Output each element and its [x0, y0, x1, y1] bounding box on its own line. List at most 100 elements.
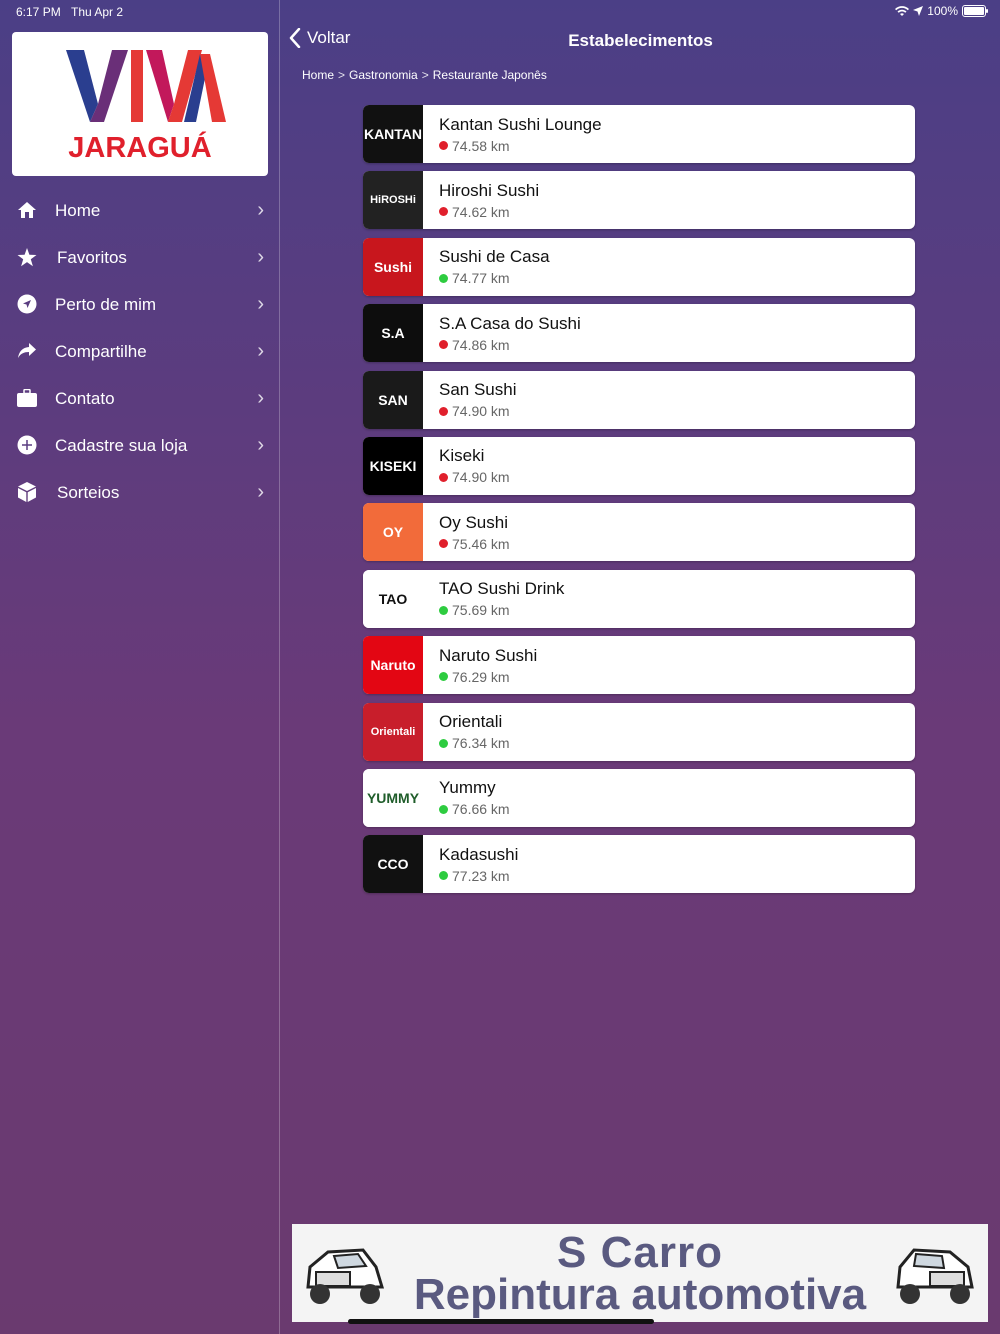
- establishment-distance-row: 76.29 km: [439, 669, 537, 685]
- sidebar-item-label: Perto de mim: [55, 294, 157, 314]
- sidebar-item-cadastre-sua-loja[interactable]: Cadastre sua loja ›: [0, 422, 280, 469]
- establishment-card[interactable]: Sushi Sushi de Casa 74.77 km: [363, 237, 915, 296]
- breadcrumb-item-home[interactable]: Home: [302, 68, 334, 82]
- establishment-card[interactable]: TAO TAO Sushi Drink 75.69 km: [363, 569, 915, 628]
- sidebar-item-label: Favoritos: [57, 247, 127, 267]
- establishment-card[interactable]: KISEKI Kiseki 74.90 km: [363, 436, 915, 495]
- establishment-logo: KISEKI: [363, 436, 423, 495]
- establishment-distance-row: 74.90 km: [439, 403, 517, 419]
- establishment-distance-row: 74.86 km: [439, 337, 581, 353]
- sidebar-item-label: Sorteios: [57, 482, 120, 502]
- status-dot-icon: [439, 871, 448, 881]
- establishment-card[interactable]: KANTAN Kantan Sushi Lounge 74.58 km: [363, 105, 915, 163]
- establishment-distance-row: 75.69 km: [439, 602, 564, 618]
- status-dot-icon: [439, 472, 448, 482]
- sidebar-item-perto-de-mim[interactable]: Perto de mim ›: [0, 281, 280, 328]
- establishment-list: KANTAN Kantan Sushi Lounge 74.58 km HiROSHi…: [363, 105, 915, 902]
- sidebar: JARAGUÁ Home › Favoritos › Perto de mim …: [0, 0, 280, 1334]
- establishment-name: Kantan Sushi Lounge: [439, 114, 602, 134]
- breadcrumb-item-gastronomia[interactable]: Gastronomia: [349, 68, 418, 82]
- status-dot-icon: [439, 804, 448, 814]
- establishment-logo: Sushi: [363, 237, 423, 296]
- establishment-info: S.A Casa do Sushi 74.86 km: [439, 314, 581, 353]
- establishment-distance: 75.46 km: [452, 535, 510, 552]
- establishment-info: Kadasushi 77.23 km: [439, 845, 518, 884]
- establishment-info: TAO Sushi Drink 75.69 km: [439, 579, 564, 618]
- establishment-distance: 76.34 km: [452, 735, 510, 752]
- establishment-logo: HiROSHi: [363, 171, 423, 230]
- sidebar-item-label: Home: [55, 200, 101, 220]
- establishment-distance-row: 74.90 km: [439, 469, 510, 485]
- establishment-card[interactable]: SAN San Sushi 74.90 km: [363, 370, 915, 429]
- plus-circle-icon: [16, 434, 38, 456]
- establishment-card[interactable]: HiROSHi Hiroshi Sushi 74.62 km: [363, 171, 915, 230]
- status-dot-icon: [439, 207, 448, 217]
- sidebar-item-compartilhe[interactable]: Compartilhe ›: [0, 328, 280, 375]
- sidebar-item-label: Compartilhe: [55, 341, 147, 361]
- share-icon: [16, 340, 38, 362]
- establishment-card[interactable]: Naruto Naruto Sushi 76.29 km: [363, 636, 915, 695]
- establishment-name: Kadasushi: [439, 844, 519, 864]
- establishment-name: San Sushi: [439, 380, 517, 400]
- chevron-right-icon: ›: [257, 293, 264, 315]
- establishment-name: Naruto Sushi: [439, 645, 538, 665]
- breadcrumb-separator: >: [338, 68, 346, 82]
- location-icon: [16, 293, 38, 315]
- chevron-right-icon: ›: [257, 340, 264, 362]
- sidebar-item-home[interactable]: Home ›: [0, 187, 280, 234]
- page-title: Estabelecimentos: [568, 31, 713, 50]
- establishment-distance-row: 74.58 km: [439, 138, 602, 154]
- ad-banner[interactable]: S Carro Repintura automotiva: [292, 1224, 988, 1322]
- home-indicator: [348, 1319, 654, 1324]
- breadcrumb-separator: >: [421, 68, 429, 82]
- establishment-distance-row: 76.66 km: [439, 801, 510, 817]
- establishment-info: Kantan Sushi Lounge 74.58 km: [439, 115, 602, 154]
- briefcase-icon: [16, 387, 38, 409]
- establishment-info: Sushi de Casa 74.77 km: [439, 247, 550, 286]
- establishment-card[interactable]: OY Oy Sushi 75.46 km: [363, 503, 915, 562]
- establishment-logo: SAN: [363, 370, 423, 429]
- box-icon: [16, 481, 38, 503]
- sidebar-item-contato[interactable]: Contato ›: [0, 375, 280, 422]
- establishment-distance: 77.23 km: [452, 867, 510, 884]
- sidebar-item-sorteios[interactable]: Sorteios ›: [0, 469, 280, 516]
- breadcrumb: Home > Gastronomia > Restaurante Japonês: [302, 68, 547, 82]
- status-dot-icon: [439, 738, 448, 748]
- establishment-name: Oy Sushi: [439, 512, 508, 532]
- establishment-card[interactable]: YUMMY Yummy 76.66 km: [363, 768, 915, 827]
- establishment-name: Kiseki: [439, 446, 485, 466]
- main-content: Voltar Estabelecimentos Home > Gastronom…: [281, 0, 1000, 1334]
- establishment-name: Orientali: [439, 712, 503, 732]
- establishment-distance: 74.77 km: [452, 270, 510, 287]
- establishment-logo-text: YUMMY: [366, 789, 420, 806]
- chevron-right-icon: ›: [257, 481, 264, 503]
- establishment-logo-text: HiROSHi: [370, 194, 416, 207]
- chevron-right-icon: ›: [257, 434, 264, 456]
- establishment-card[interactable]: Orientali Orientali 76.34 km: [363, 702, 915, 761]
- establishment-info: Hiroshi Sushi 74.62 km: [439, 181, 539, 220]
- establishment-distance: 76.66 km: [452, 801, 510, 818]
- viva-logo-graphic: JARAGUÁ: [66, 50, 226, 164]
- establishment-logo: KANTAN: [363, 105, 423, 163]
- establishment-logo: Naruto: [363, 636, 423, 695]
- establishment-logo-text: SAN: [378, 391, 408, 408]
- breadcrumb-item-restaurante-japones[interactable]: Restaurante Japonês: [433, 68, 547, 82]
- establishment-name: Hiroshi Sushi: [439, 180, 540, 200]
- establishment-distance: 75.69 km: [452, 602, 510, 619]
- establishment-distance: 74.62 km: [452, 203, 510, 220]
- establishment-info: Yummy 76.66 km: [439, 778, 510, 817]
- establishment-logo-text: Naruto: [370, 657, 416, 674]
- establishment-logo: CCO: [363, 835, 423, 894]
- establishment-distance: 74.90 km: [452, 403, 510, 420]
- establishment-logo: Orientali: [363, 702, 423, 761]
- establishment-distance-row: 77.23 km: [439, 868, 518, 884]
- establishment-distance: 76.29 km: [452, 668, 510, 685]
- sidebar-item-favoritos[interactable]: Favoritos ›: [0, 234, 280, 281]
- establishment-card[interactable]: S.A S.A Casa do Sushi 74.86 km: [363, 304, 915, 363]
- status-dot-icon: [439, 340, 448, 350]
- establishment-info: Naruto Sushi 76.29 km: [439, 646, 537, 685]
- banner-subtitle: Repintura automotiva: [413, 1270, 867, 1319]
- logo-city-text: JARAGUÁ: [68, 130, 211, 164]
- star-icon: [16, 246, 38, 268]
- establishment-card[interactable]: CCO Kadasushi 77.23 km: [363, 835, 915, 894]
